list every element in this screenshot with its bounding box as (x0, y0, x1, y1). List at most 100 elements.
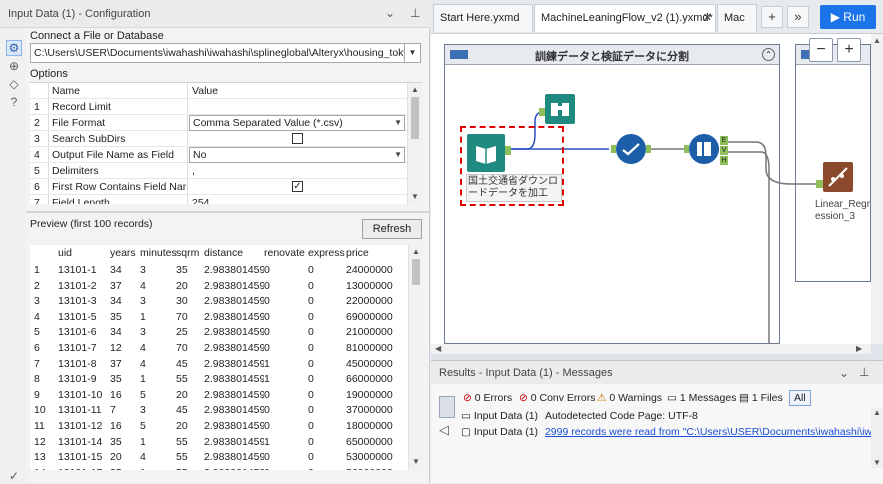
message-row[interactable]: ▭ Input Data (1) Autodetected Code Page:… (461, 408, 698, 424)
option-row[interactable]: 4 Output File Name as Field No ▼ (30, 147, 407, 163)
option-row[interactable]: 2 File Format Comma Separated Value (*.csv… (30, 115, 407, 131)
option-value-dropdown[interactable]: Comma Separated Value (*.csv) ▼ (189, 115, 405, 131)
option-value-dropdown[interactable]: No ▼ (189, 147, 405, 163)
preview-column-header[interactable]: sqrm (176, 245, 204, 262)
table-row[interactable]: 3 13101-3 34 3 30 2.983801459 0 0 22000000 (30, 293, 410, 310)
option-value[interactable]: , (192, 163, 402, 179)
connection-icon[interactable]: ⊕ (6, 58, 22, 74)
check-circle-icon[interactable]: ✓ (6, 468, 22, 484)
options-scroll-thumb[interactable] (411, 97, 419, 139)
select-tool[interactable] (616, 134, 646, 164)
add-tab-button[interactable]: + (761, 6, 783, 28)
option-checkbox[interactable]: ✓ (292, 181, 303, 192)
zoom-in-button[interactable]: + (837, 38, 861, 62)
preview-column-header[interactable]: renovate (264, 245, 308, 262)
chevron-down-icon[interactable]: ⌄ (839, 366, 849, 380)
tool-anchor[interactable] (539, 108, 545, 116)
table-row[interactable]: 1 13101-1 34 3 35 2.983801459 0 0 24000000 (30, 262, 410, 279)
tab-start-here[interactable]: Start Here.yxmd (433, 4, 533, 32)
create-samples-tool[interactable] (689, 134, 719, 164)
preview-column-header[interactable]: express (308, 245, 346, 262)
message-row[interactable]: ▢ Input Data (1) 2999 records were read … (461, 424, 878, 440)
option-row[interactable]: 1 Record Limit (30, 99, 407, 115)
path-dropdown-chevron-icon[interactable]: ▼ (405, 43, 421, 63)
refresh-button[interactable]: Refresh (362, 219, 422, 239)
preview-column-header[interactable]: minutes (140, 245, 176, 262)
table-row[interactable]: 13 13101-15 20 4 55 2.983801459 0 0 53000000 (30, 449, 410, 466)
filter-conv-errors[interactable]: ⊘ 0 Conv Errors (519, 392, 596, 404)
chevron-down-icon[interactable]: ▼ (394, 148, 402, 162)
table-row[interactable]: 6 13101-7 12 4 70 2.983801459 0 0 81000000 (30, 340, 410, 357)
table-row[interactable]: 2 13101-2 37 4 20 2.983801459 0 0 13000000 (30, 278, 410, 295)
filter-files[interactable]: ▤ 1 Files (739, 392, 783, 404)
tab-machine-learning-flow[interactable]: MachineLeaningFlow_v2 (1).yxmd* ✕ (534, 4, 716, 32)
table-row[interactable]: 4 13101-5 35 1 70 2.983801459 0 0 69000000 (30, 309, 410, 326)
pin-icon[interactable]: ⊥ (859, 365, 869, 379)
pin-icon[interactable]: ⊥ (410, 6, 420, 20)
preview-scroll-thumb[interactable] (412, 259, 420, 285)
comment-icon[interactable]: ◁ (439, 422, 455, 438)
tab-mac[interactable]: Mac (717, 4, 757, 32)
anchor-v[interactable]: V (720, 146, 728, 155)
option-value[interactable] (192, 99, 402, 115)
preview-scrollbar[interactable]: ▲ ▼ (408, 245, 422, 470)
scroll-right-icon[interactable]: ▶ (856, 344, 862, 353)
tool-anchor[interactable] (611, 145, 616, 153)
gear-icon[interactable]: ⚙ (6, 40, 22, 56)
canvas-horizontal-scrollbar[interactable]: ◀ ▶ (431, 344, 871, 354)
tool-anchor[interactable] (816, 180, 823, 188)
chevron-down-icon[interactable]: ▼ (394, 116, 402, 130)
preview-column-header[interactable]: years (110, 245, 140, 262)
file-path-input[interactable]: C:\Users\USER\Documents\iwahashi\iwahash… (30, 43, 405, 63)
option-checkbox[interactable] (292, 133, 303, 144)
preview-column-header[interactable]: distance (204, 245, 264, 262)
filter-warnings[interactable]: ⚠ 0 Warnings (597, 392, 662, 404)
filter-errors[interactable]: ⊘ 0 Errors (463, 392, 512, 404)
table-row[interactable]: 8 13101-9 35 1 55 2.983801459 1 0 66000000 (30, 371, 410, 388)
option-row[interactable]: 6 First Row Contains Field Names ✓ (30, 179, 407, 195)
tool-anchor[interactable] (684, 145, 689, 153)
preview-column-header[interactable]: price (346, 245, 406, 262)
option-row[interactable]: 5 Delimiters, (30, 163, 407, 179)
scroll-left-icon[interactable]: ◀ (435, 344, 441, 353)
tag-icon[interactable]: ◇ (6, 76, 22, 92)
results-scrollbar[interactable]: ▲ ▼ (871, 408, 883, 468)
options-scrollbar[interactable]: ▲ ▼ (407, 83, 422, 204)
scroll-up-icon[interactable]: ▲ (870, 408, 883, 417)
tool-anchor[interactable] (646, 145, 651, 153)
scroll-down-icon[interactable]: ▼ (408, 192, 422, 201)
help-icon[interactable]: ? (6, 94, 22, 110)
scroll-up-icon[interactable]: ▲ (409, 247, 422, 256)
close-icon[interactable]: ✕ (703, 5, 712, 31)
table-row[interactable]: 10 13101-11 7 3 45 2.983801459 0 0 37000000 (30, 402, 410, 419)
more-tabs-button[interactable]: » (787, 6, 809, 28)
option-row[interactable]: 3 Search SubDirs (30, 131, 407, 147)
workflow-canvas[interactable]: 訓練データと検証データに分割 ⌃ 国土交通省ダウンロードデータを加工 E V H… (431, 34, 871, 344)
message-link[interactable]: 2999 records were read from "C:\Users\US… (545, 426, 878, 438)
scroll-up-icon[interactable]: ▲ (870, 36, 883, 45)
canvas-vertical-scrollbar[interactable]: ▲ (871, 34, 883, 344)
filter-messages[interactable]: ▭ 1 Messages (667, 392, 736, 404)
anchor-h[interactable]: H (720, 156, 728, 165)
table-row[interactable]: 5 13101-6 34 3 25 2.983801459 0 0 21000000 (30, 324, 410, 341)
scroll-down-icon[interactable]: ▼ (870, 458, 883, 467)
filter-all[interactable]: All (789, 390, 811, 406)
table-row[interactable]: 1413101-17351552.9838014590056000000 (30, 465, 410, 470)
linear-regression-tool[interactable] (823, 162, 853, 192)
scroll-up-icon[interactable]: ▲ (408, 85, 422, 94)
list-view-icon[interactable] (439, 396, 455, 418)
table-row[interactable]: 9 13101-10 16 5 20 2.983801459 0 0 19000000 (30, 387, 410, 404)
chevron-down-icon[interactable]: ⌄ (385, 6, 395, 20)
table-row[interactable]: 12 13101-14 35 1 55 2.983801459 1 0 65000000 (30, 434, 410, 451)
preview-column-header[interactable]: uid (58, 245, 108, 262)
table-row[interactable]: 11 13101-12 16 5 20 2.983801459 0 0 18000000 (30, 418, 410, 435)
option-value[interactable]: 254 (192, 195, 402, 204)
run-button[interactable]: ▶ Run (820, 5, 876, 29)
table-row[interactable]: 7 13101-8 37 4 45 2.983801459 1 0 45000000 (30, 356, 410, 373)
anchor-e[interactable]: E (720, 136, 728, 145)
pane-splitter[interactable] (26, 211, 430, 213)
scroll-down-icon[interactable]: ▼ (409, 457, 422, 466)
zoom-out-button[interactable]: − (809, 38, 833, 62)
browse-tool[interactable] (545, 94, 575, 124)
option-row[interactable]: 7 Field Length 254 (30, 195, 407, 204)
